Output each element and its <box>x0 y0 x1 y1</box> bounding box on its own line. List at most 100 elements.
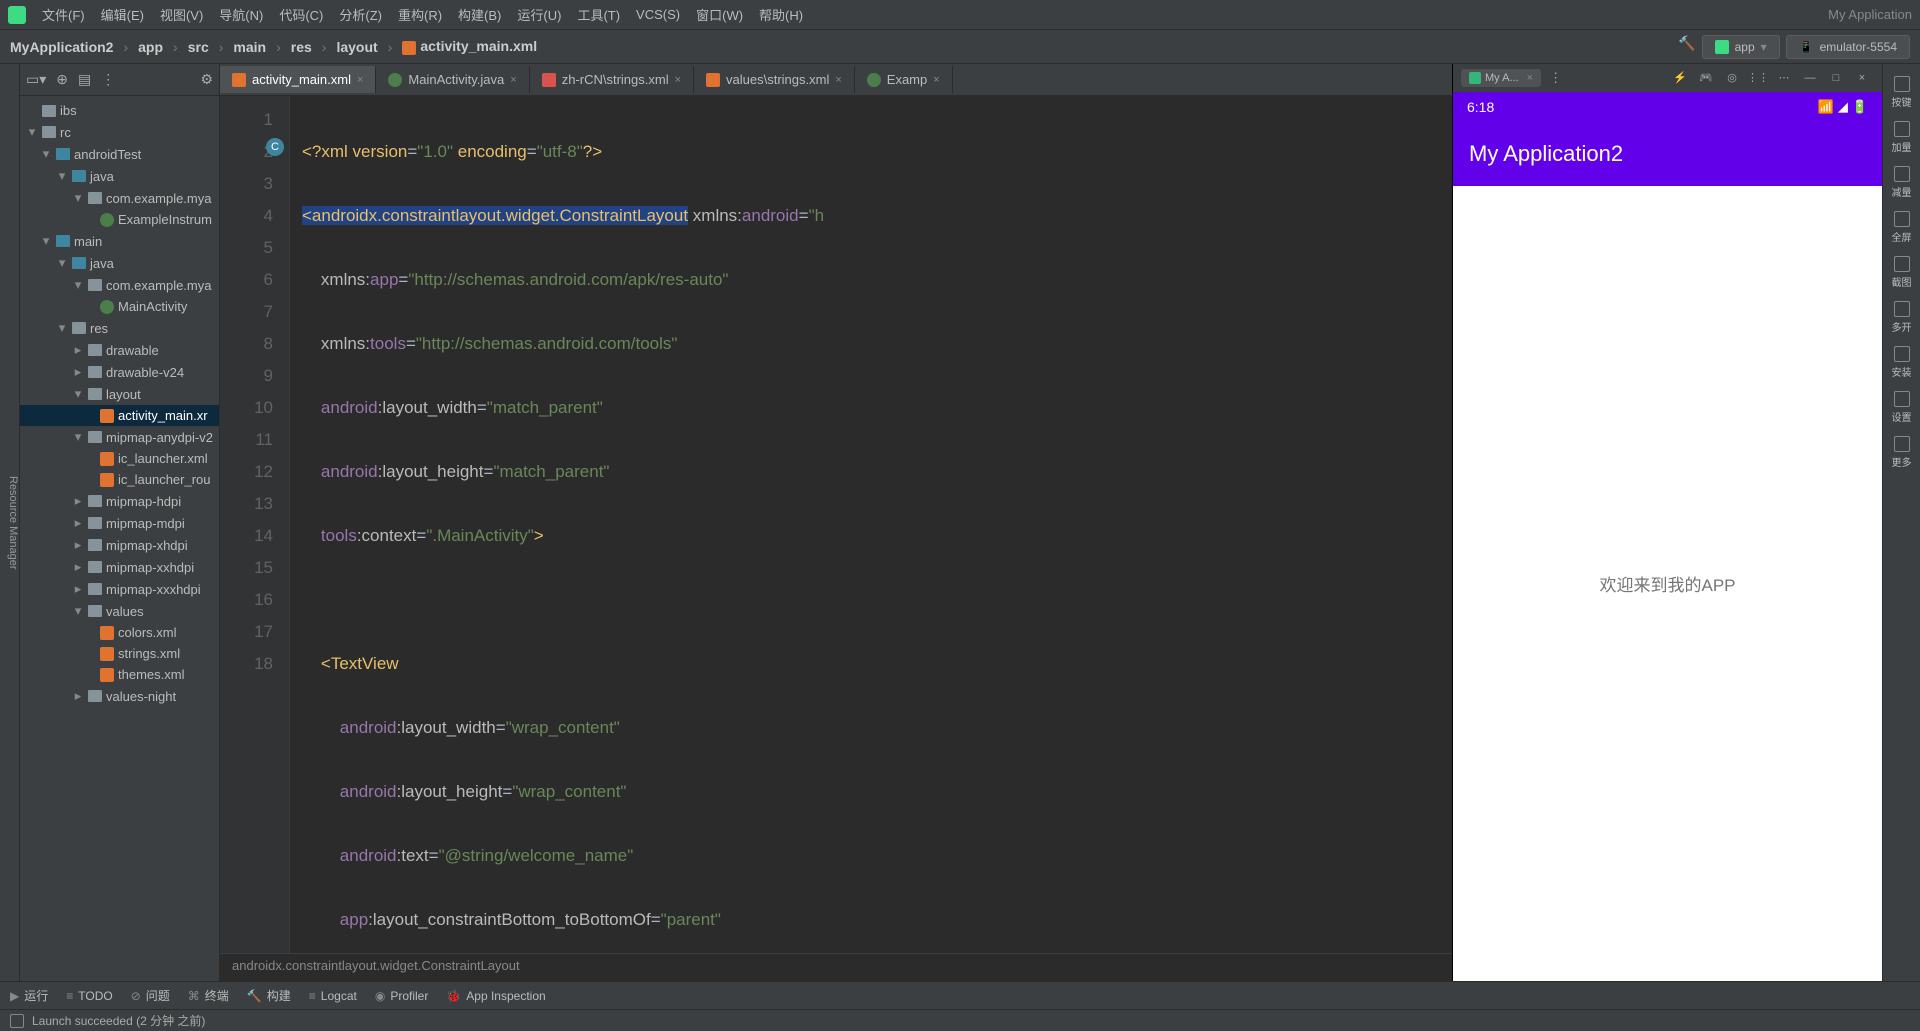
maximize-button[interactable]: □ <box>1824 68 1848 88</box>
bottom-tool-button[interactable]: 🐞App Inspection <box>446 989 545 1003</box>
breadcrumb-item[interactable]: res <box>291 39 312 55</box>
menu-item[interactable]: 分析(Z) <box>333 1 388 28</box>
right-strip-item[interactable]: 加量 <box>1883 115 1920 160</box>
fold-icon[interactable]: ▾ <box>56 320 68 336</box>
tree-node[interactable]: strings.xml <box>20 643 219 664</box>
right-strip-item[interactable]: 截图 <box>1883 250 1920 295</box>
breadcrumb-item[interactable]: main <box>233 39 266 55</box>
code-area[interactable]: <?xml version="1.0" encoding="utf-8"?> <… <box>290 96 1452 953</box>
menu-item[interactable]: 运行(U) <box>511 1 567 28</box>
emu-btn-1[interactable]: ⚡ <box>1668 68 1692 88</box>
tree-node[interactable]: ▸drawable <box>20 339 219 361</box>
tree-node[interactable]: ic_launcher_rou <box>20 469 219 490</box>
close-button[interactable]: × <box>1850 68 1874 88</box>
menu-item[interactable]: 视图(V) <box>154 1 209 28</box>
close-icon[interactable]: × <box>835 74 841 86</box>
emulator-tab[interactable]: My A...× <box>1461 69 1541 87</box>
tree-node[interactable]: ▾java <box>20 165 219 187</box>
fold-icon[interactable]: ▾ <box>56 168 68 184</box>
fold-icon[interactable]: ▾ <box>56 255 68 271</box>
tree-node[interactable]: ExampleInstrum <box>20 209 219 230</box>
menu-item[interactable]: 文件(F) <box>36 1 91 28</box>
right-strip-item[interactable]: 多开 <box>1883 295 1920 340</box>
fold-icon[interactable]: ▸ <box>72 581 84 597</box>
fold-icon[interactable]: ▾ <box>72 386 84 402</box>
tree-node[interactable]: colors.xml <box>20 622 219 643</box>
emulator-menu-icon[interactable]: ⋮ <box>1549 70 1562 86</box>
tree-node[interactable]: activity_main.xr <box>20 405 219 426</box>
build-icon[interactable]: 🔨 <box>1678 35 1695 59</box>
device-selector[interactable]: 📱emulator-5554 <box>1786 35 1910 59</box>
tree-node[interactable]: ▾mipmap-anydpi-v2 <box>20 426 219 448</box>
menu-item[interactable]: 导航(N) <box>213 1 269 28</box>
tree-node[interactable]: ▸drawable-v24 <box>20 361 219 383</box>
tree-node[interactable]: ▸mipmap-xhdpi <box>20 534 219 556</box>
breadcrumb-item[interactable]: app <box>138 39 163 55</box>
tree-node[interactable]: ▾layout <box>20 383 219 405</box>
bottom-tool-button[interactable]: ⌘终端 <box>188 987 229 1004</box>
view-mode-icon[interactable]: ▭▾ <box>26 71 46 88</box>
emu-btn-4[interactable]: ⋮⋮ <box>1746 68 1770 88</box>
right-strip-item[interactable]: 按键 <box>1883 70 1920 115</box>
right-strip-item[interactable]: 减量 <box>1883 160 1920 205</box>
fold-icon[interactable]: ▾ <box>40 146 52 162</box>
breadcrumb-item[interactable]: src <box>188 39 209 55</box>
menu-item[interactable]: 帮助(H) <box>753 1 809 28</box>
editor-tab[interactable]: MainActivity.java× <box>376 66 529 93</box>
editor-breadcrumb[interactable]: androidx.constraintlayout.widget.Constra… <box>220 953 1452 981</box>
bottom-tool-button[interactable]: ≡TODO <box>66 989 112 1003</box>
emu-btn-3[interactable]: ◎ <box>1720 68 1744 88</box>
fold-icon[interactable]: ▸ <box>72 537 84 553</box>
emu-btn-2[interactable]: 🎮 <box>1694 68 1718 88</box>
expand-icon[interactable]: ▤ <box>78 71 91 88</box>
tree-node[interactable]: ibs <box>20 100 219 121</box>
tree-node[interactable]: ic_launcher.xml <box>20 448 219 469</box>
tree-node[interactable]: MainActivity <box>20 296 219 317</box>
fold-icon[interactable]: ▸ <box>72 515 84 531</box>
close-icon[interactable]: × <box>510 74 516 86</box>
tree-node[interactable]: ▸mipmap-xxxhdpi <box>20 578 219 600</box>
gutter-marker-c[interactable]: C <box>266 138 284 156</box>
breadcrumb-item[interactable]: activity_main.xml <box>402 38 537 54</box>
breadcrumb-item[interactable]: MyApplication2 <box>10 39 113 55</box>
right-strip-item[interactable]: 全屏 <box>1883 205 1920 250</box>
breadcrumb-item[interactable]: layout <box>336 39 377 55</box>
tree-node[interactable]: ▾values <box>20 600 219 622</box>
menu-item[interactable]: VCS(S) <box>630 3 686 26</box>
menu-item[interactable]: 代码(C) <box>273 1 329 28</box>
fold-icon[interactable]: ▾ <box>72 190 84 206</box>
tree-node[interactable]: ▾rc <box>20 121 219 143</box>
tree-node[interactable]: ▸mipmap-xxhdpi <box>20 556 219 578</box>
close-icon[interactable]: × <box>357 74 363 86</box>
fold-icon[interactable]: ▾ <box>40 233 52 249</box>
fold-icon[interactable]: ▸ <box>72 493 84 509</box>
fold-icon[interactable]: ▸ <box>72 342 84 358</box>
fold-icon[interactable]: ▸ <box>72 559 84 575</box>
fold-icon[interactable]: ▸ <box>72 364 84 380</box>
tree-node[interactable]: ▾main <box>20 230 219 252</box>
tree-node[interactable]: ▸values-night <box>20 685 219 707</box>
bottom-tool-button[interactable]: ▶运行 <box>10 987 48 1004</box>
left-strip-resource[interactable]: Resource Manager <box>7 74 19 971</box>
right-strip-item[interactable]: 安装 <box>1883 340 1920 385</box>
bottom-tool-button[interactable]: ≡Logcat <box>309 989 357 1003</box>
tree-node[interactable]: ▾res <box>20 317 219 339</box>
settings-icon[interactable]: ⚙ <box>200 71 213 88</box>
tree-node[interactable]: themes.xml <box>20 664 219 685</box>
locate-icon[interactable]: ⊕ <box>56 71 68 88</box>
editor-tab[interactable]: values\strings.xml× <box>694 66 855 93</box>
tree-node[interactable]: ▾com.example.mya <box>20 274 219 296</box>
tree-node[interactable]: ▾com.example.mya <box>20 187 219 209</box>
fold-icon[interactable]: ▾ <box>72 603 84 619</box>
menu-item[interactable]: 构建(B) <box>452 1 507 28</box>
tree-node[interactable]: ▾androidTest <box>20 143 219 165</box>
menu-item[interactable]: 重构(R) <box>392 1 448 28</box>
menu-item[interactable]: 工具(T) <box>571 1 626 28</box>
close-icon[interactable]: × <box>675 74 681 86</box>
tree-node[interactable]: ▸mipmap-hdpi <box>20 490 219 512</box>
tree-node[interactable]: ▸mipmap-mdpi <box>20 512 219 534</box>
run-config-selector[interactable]: app▾ <box>1702 35 1780 59</box>
minimize-button[interactable]: — <box>1798 68 1822 88</box>
menu-item[interactable]: 编辑(E) <box>95 1 150 28</box>
bottom-tool-button[interactable]: ◉Profiler <box>375 989 429 1003</box>
